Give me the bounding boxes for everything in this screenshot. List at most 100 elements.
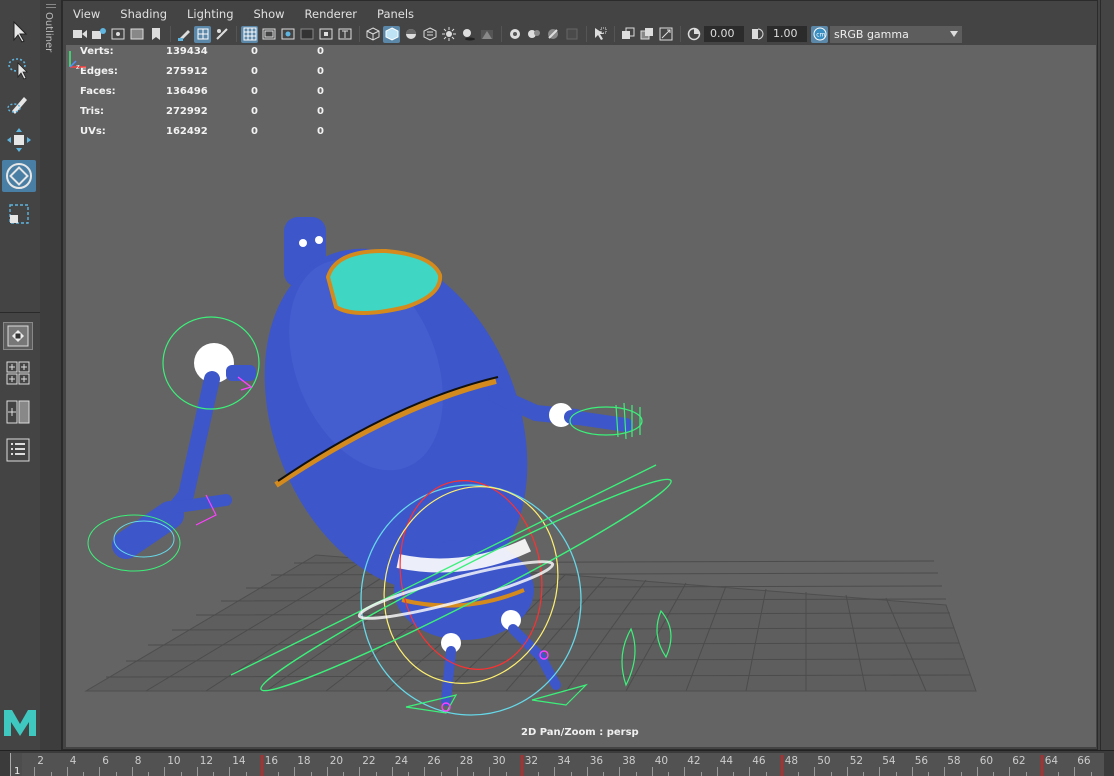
timeline-tick	[863, 772, 864, 776]
timeline-tick	[245, 772, 247, 776]
camera-icon[interactable]	[71, 26, 88, 43]
shadows-icon[interactable]	[459, 26, 476, 43]
hud-value: 0	[317, 86, 324, 97]
timeline-tick	[554, 767, 556, 776]
hud-value: 0	[317, 46, 324, 57]
exposure-field[interactable]: 0.00	[704, 26, 744, 42]
select-tool-icon[interactable]	[2, 16, 36, 48]
time-slider-track[interactable]: 2 4 6 8 10 12 14 16 18 20 22 24 26 28 30 32 34 36 38 40 42 44…	[10, 753, 1104, 776]
ground-grid	[84, 554, 977, 692]
hud-label: Tris:	[80, 106, 105, 117]
move-tool-icon[interactable]	[2, 124, 36, 156]
safe-title-icon[interactable]	[336, 26, 353, 43]
timeline-tick	[278, 772, 279, 776]
timeline-tick-label: 52	[849, 755, 864, 767]
image-plane-icon[interactable]	[128, 26, 145, 43]
bookmark-icon[interactable]	[109, 26, 126, 43]
timeline-tick	[1009, 767, 1011, 776]
outliner-label: Outliner	[43, 12, 54, 53]
menu-panels[interactable]: Panels	[367, 5, 424, 23]
ambient-occlusion-icon[interactable]	[478, 26, 495, 43]
timeline-tick	[99, 767, 101, 776]
timeline-tick	[700, 772, 702, 776]
keyframe-marker[interactable]	[520, 755, 523, 776]
screen-space-icon[interactable]	[657, 26, 674, 43]
hud-label: Faces:	[80, 86, 116, 97]
2d-pan-zoom-icon[interactable]	[194, 25, 211, 43]
isolate-select-icon[interactable]	[591, 26, 608, 43]
gate-mask-icon[interactable]	[298, 26, 315, 43]
hud-value: 0	[251, 106, 258, 117]
menu-show[interactable]: Show	[244, 5, 295, 23]
overlay-toggle-icon[interactable]	[638, 26, 655, 43]
perspective-viewport[interactable]: Verts: 139434 0 0 Edges: 275912 0 0 Face…	[66, 45, 1096, 747]
xray-active-icon[interactable]	[544, 26, 561, 43]
outliner-tab[interactable]: Outliner	[40, 0, 62, 750]
scale-tool-icon[interactable]	[2, 198, 36, 230]
menu-view[interactable]: View	[63, 5, 110, 23]
textured-icon[interactable]	[421, 26, 438, 43]
grid-icon[interactable]	[241, 25, 258, 43]
pan-zoom-toggle-icon[interactable]	[213, 26, 230, 43]
timeline-tick	[66, 767, 68, 776]
single-perspective-layout-icon[interactable]	[3, 322, 33, 350]
drag-grip-icon[interactable]	[46, 4, 56, 8]
two-view-layout-icon[interactable]	[3, 398, 33, 426]
chevron-down-icon	[950, 30, 958, 37]
keyframe-marker[interactable]	[260, 755, 263, 776]
menu-lighting[interactable]: Lighting	[177, 5, 243, 23]
timeline-tick	[196, 767, 198, 776]
outliner-layout-icon[interactable]	[3, 436, 33, 464]
resolution-gate-icon[interactable]	[279, 26, 296, 43]
lasso-tool-icon[interactable]	[2, 52, 36, 84]
panel-toolbar: 0.00 1.00 cm sRGB gamma	[63, 23, 1099, 45]
film-gate-icon[interactable]	[260, 26, 277, 43]
gamma-icon[interactable]	[748, 26, 765, 43]
timeline-tick	[115, 772, 117, 776]
timeline-tick-label: 44	[719, 755, 734, 767]
gamma-field[interactable]: 1.00	[767, 26, 807, 42]
timeline-tick	[213, 772, 214, 776]
menu-shading[interactable]: Shading	[110, 5, 177, 23]
timeline-tick-label: 40	[654, 755, 669, 767]
tool-box	[0, 0, 40, 750]
timeline-tick-label: 54	[882, 755, 896, 767]
paint-select-tool-icon[interactable]	[2, 88, 36, 120]
timeline-tick-label: 6	[102, 755, 109, 767]
menu-renderer[interactable]: Renderer	[295, 5, 368, 23]
hud-label: Edges:	[80, 66, 118, 77]
hud-value: 275912	[166, 66, 208, 77]
keyframe-marker[interactable]	[780, 755, 783, 776]
default-material-icon[interactable]	[402, 26, 419, 43]
timeline-tick-label: 60	[979, 755, 994, 767]
use-all-lights-icon[interactable]	[440, 26, 457, 43]
field-chart-icon[interactable]	[317, 26, 334, 43]
timeline-tick	[668, 772, 669, 776]
camera-attributes-icon[interactable]	[90, 26, 107, 43]
exposure-icon[interactable]	[685, 26, 702, 43]
svg-text:cm: cm	[816, 32, 825, 39]
timeline-tick-label: 58	[947, 755, 961, 767]
lock-camera-icon[interactable]	[147, 26, 164, 43]
color-management-icon[interactable]: cm	[811, 25, 828, 43]
timeline-tick	[976, 767, 978, 776]
color-space-select[interactable]: sRGB gamma	[830, 25, 962, 43]
wireframe-icon[interactable]	[364, 26, 381, 43]
grease-pencil-icon[interactable]	[175, 26, 192, 43]
viewport-panel: View Shading Lighting Show Renderer Pane…	[62, 0, 1098, 750]
timeline-tick	[879, 767, 881, 776]
hud-toggle-icon[interactable]	[619, 26, 636, 43]
backface-culling-icon[interactable]	[563, 26, 580, 43]
xray-joints-icon[interactable]	[525, 26, 542, 43]
hud-row-uvs: UVs: 162492 0 0	[80, 125, 347, 145]
keyframe-marker[interactable]	[1040, 755, 1043, 776]
smooth-shade-icon[interactable]	[383, 25, 400, 43]
timeline-tick-label: 66	[1077, 755, 1091, 767]
rotate-tool-icon[interactable]	[2, 160, 36, 192]
timeline-tick	[830, 772, 832, 776]
current-frame-indicator[interactable]: 1	[10, 753, 22, 776]
xray-icon[interactable]	[506, 26, 523, 43]
poly-count-hud: Verts: 139434 0 0 Edges: 275912 0 0 Face…	[80, 45, 347, 145]
time-slider[interactable]: 2 4 6 8 10 12 14 16 18 20 22 24 26 28 30 32 34 36 38 40 42 44…	[0, 750, 1114, 776]
four-view-layout-icon[interactable]	[3, 360, 33, 388]
